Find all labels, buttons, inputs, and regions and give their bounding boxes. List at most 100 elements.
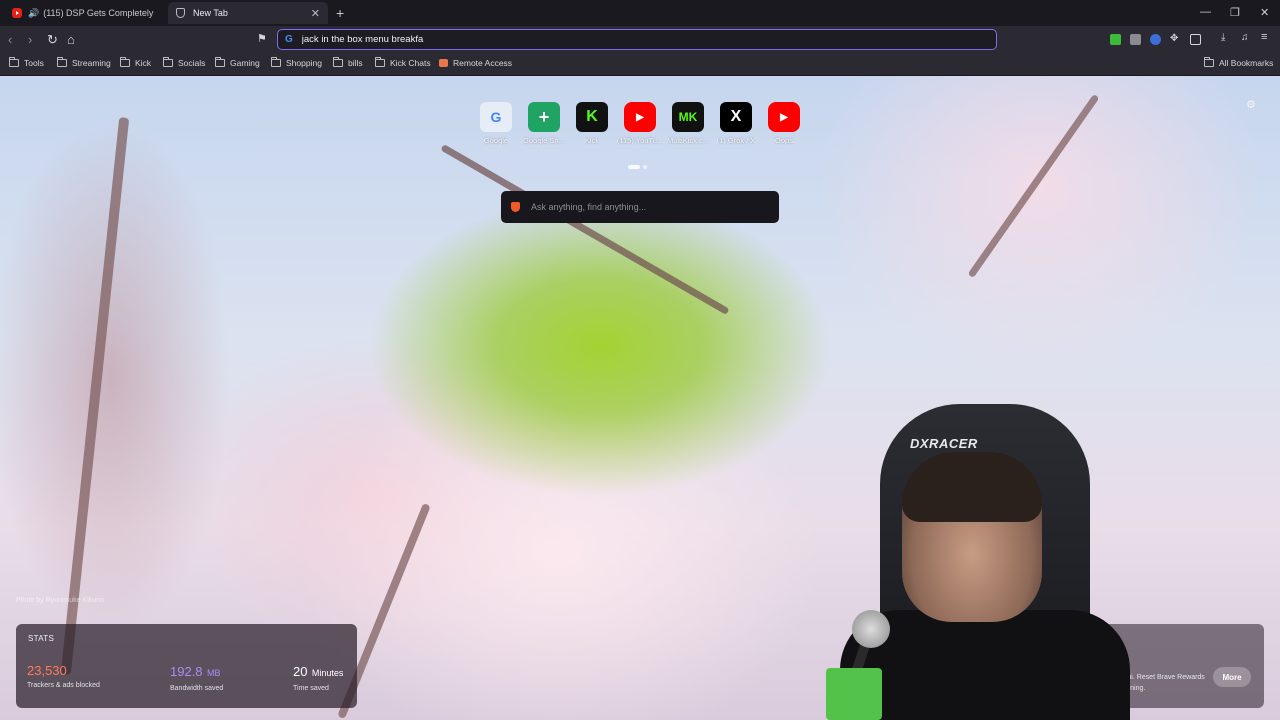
bookmark-label: Kick: [135, 58, 152, 68]
bookmark-label: Remote Access: [453, 58, 513, 68]
top-site-multikick[interactable]: MK MultiKick.c...: [666, 102, 710, 145]
folder-icon: [1204, 57, 1214, 67]
kick-icon: K: [576, 102, 608, 132]
bandwidth-unit: MB: [207, 668, 221, 678]
streamer-hair: [902, 452, 1042, 522]
branch-decoration: [967, 93, 1100, 279]
remote-access-icon: [439, 59, 448, 67]
time-label: Time saved: [293, 685, 329, 692]
trackers-label: Trackers & ads blocked: [27, 682, 100, 689]
bookmark-label: Shopping: [286, 58, 322, 68]
bookmark-folder-shopping[interactable]: Shopping: [271, 57, 322, 68]
time-stat: 20 Minutes Time saved: [293, 663, 343, 692]
extension-gray-icon[interactable]: [1130, 34, 1141, 45]
bookmark-folder-tools[interactable]: Tools: [9, 57, 44, 68]
tile-label: (115) YouTu...: [616, 136, 664, 145]
bookmark-label: Kick Chats: [390, 58, 431, 68]
folder-icon: [375, 57, 385, 67]
ask-input[interactable]: [531, 202, 771, 212]
media-icon[interactable]: ♫: [1241, 32, 1252, 43]
close-tab-icon[interactable]: ✕: [311, 7, 320, 20]
x-icon: X: [720, 102, 752, 132]
top-site-youtube[interactable]: ▶ (115) YouTu...: [616, 102, 664, 145]
bookmark-folder-streaming[interactable]: Streaming: [57, 57, 111, 68]
youtube-icon: [12, 8, 22, 18]
tab-strip: 🔊 (115) DSP Gets Completely Stomp New Ta…: [0, 0, 1280, 26]
speaker-icon[interactable]: 🔊: [28, 8, 39, 19]
page-dot-active[interactable]: [628, 165, 640, 169]
gear-icon[interactable]: ⚙: [1246, 98, 1256, 111]
back-icon[interactable]: ‹: [8, 32, 12, 47]
tab-title: (115) DSP Gets Completely Stomp: [43, 8, 156, 18]
home-icon[interactable]: ⌂: [67, 32, 75, 47]
rewards-text-line: earning.: [1120, 685, 1146, 692]
multikick-icon: MK: [672, 102, 704, 132]
top-site-oops[interactable]: ▶ Oops: [762, 102, 806, 145]
youtube-icon: ▶: [768, 102, 800, 132]
brave-shield-icon: [176, 8, 185, 18]
microphone-icon: [852, 610, 890, 648]
bookmark-label: Streaming: [72, 58, 111, 68]
time-value: 20: [293, 664, 308, 679]
bookmark-icon[interactable]: ⚑: [257, 32, 267, 45]
toolbar: ‹ › ↻ ⌂ ⚑ G ✥ ⤓ ♫ ≡: [0, 26, 1280, 54]
bookmark-folder-gaming[interactable]: Gaming: [215, 57, 260, 68]
new-tab-button[interactable]: +: [336, 5, 344, 21]
download-icon[interactable]: ⤓: [1221, 32, 1232, 43]
bookmark-folder-kick-chats[interactable]: Kick Chats: [375, 57, 431, 68]
brave-lion-icon: [511, 202, 520, 212]
folder-icon: [57, 57, 67, 67]
bandwidth-value: 192.8: [170, 664, 203, 679]
photo-credit[interactable]: Photo by Ryunosuke Kikuno: [16, 597, 104, 604]
top-site-google[interactable]: G Google: [474, 102, 518, 145]
bookmark-folder-socials[interactable]: Socials: [163, 57, 205, 68]
tile-label: Oops: [775, 136, 793, 145]
tab-new-tab[interactable]: New Tab ✕: [168, 2, 328, 24]
tile-label: (1) Grok / X: [716, 136, 756, 145]
bandwidth-label: Bandwidth saved: [170, 685, 224, 692]
tile-label: Google: [483, 136, 509, 145]
address-input[interactable]: [301, 34, 982, 45]
bookmarks-bar: Tools Streaming Kick Socials Gaming Shop…: [0, 54, 1280, 76]
bookmark-label: Tools: [24, 58, 44, 68]
bookmark-remote-access[interactable]: Remote Access: [439, 58, 512, 68]
branch-decoration: [60, 117, 130, 675]
bookmark-label: Gaming: [230, 58, 260, 68]
folder-icon: [120, 57, 130, 67]
folder-icon: [271, 57, 281, 67]
time-unit: Minutes: [311, 668, 344, 678]
top-site-google-sheets[interactable]: + Google Sh...: [522, 102, 566, 145]
extension-green-icon[interactable]: [1110, 34, 1121, 45]
google-icon: G: [480, 102, 512, 132]
sidebar-icon[interactable]: [1190, 34, 1201, 45]
google-sheets-icon: +: [528, 102, 560, 132]
minimize-icon[interactable]: —: [1200, 6, 1211, 18]
bookmark-folder-kick[interactable]: Kick: [120, 57, 152, 68]
tile-label: Kick: [584, 136, 600, 145]
more-button[interactable]: More: [1213, 667, 1251, 687]
reload-icon[interactable]: ↻: [47, 32, 58, 48]
ask-bar[interactable]: [501, 191, 779, 223]
extensions-puzzle-icon[interactable]: ✥: [1170, 33, 1181, 44]
bookmark-label: bills: [348, 58, 363, 68]
all-bookmarks-button[interactable]: All Bookmarks: [1204, 57, 1274, 68]
top-site-grok-x[interactable]: X (1) Grok / X: [714, 102, 758, 145]
stats-title: STATS: [28, 634, 55, 643]
forward-icon[interactable]: ›: [28, 32, 32, 47]
folder-icon: [163, 57, 173, 67]
stats-widget: STATS 23,530 Trackers & ads blocked 192.…: [16, 624, 357, 708]
tab-youtube[interactable]: 🔊 (115) DSP Gets Completely Stomp: [4, 2, 164, 24]
tile-label: Google Sh...: [523, 136, 565, 145]
bookmark-label: All Bookmarks: [1219, 58, 1274, 68]
restore-icon[interactable]: ❐: [1230, 6, 1240, 19]
close-window-icon[interactable]: ✕: [1260, 6, 1269, 19]
tile-page-indicator[interactable]: [628, 165, 647, 169]
top-site-kick[interactable]: K Kick: [570, 102, 614, 145]
extension-blue-icon[interactable]: [1150, 34, 1161, 45]
menu-icon[interactable]: ≡: [1261, 31, 1272, 43]
address-bar[interactable]: G: [277, 29, 997, 50]
google-g-icon: G: [285, 34, 293, 45]
bookmark-folder-bills[interactable]: bills: [333, 57, 363, 68]
bandwidth-stat: 192.8 MB Bandwidth saved: [170, 663, 223, 692]
page-dot[interactable]: [643, 165, 647, 169]
